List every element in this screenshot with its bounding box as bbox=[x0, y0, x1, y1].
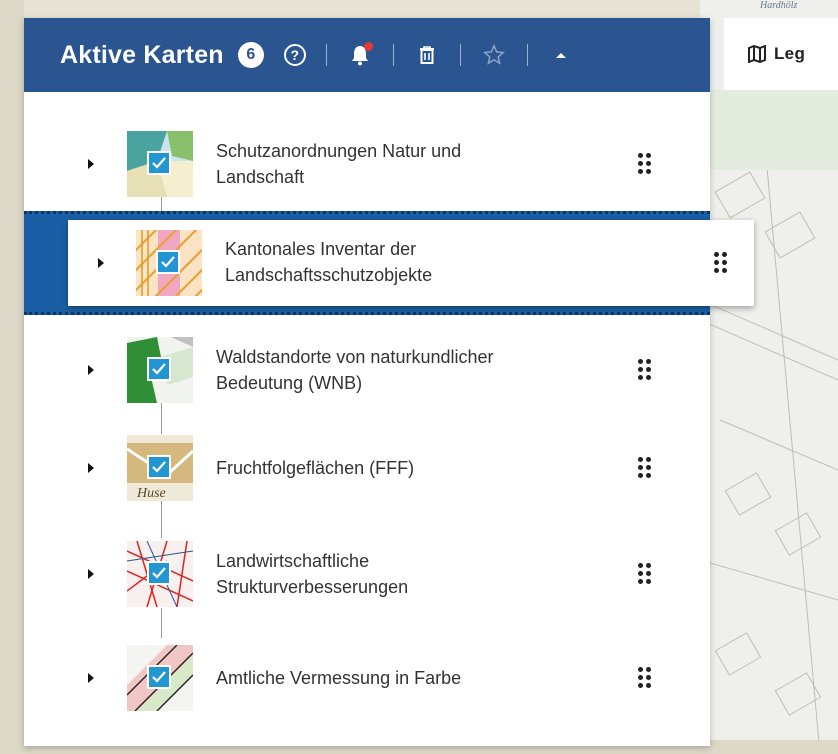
layer-thumbnail bbox=[127, 337, 193, 403]
header-divider bbox=[459, 44, 461, 66]
map-streets-drawing bbox=[699, 89, 838, 754]
drag-handle-icon[interactable] bbox=[714, 252, 728, 274]
drag-handle-icon[interactable] bbox=[638, 153, 652, 175]
header-divider bbox=[392, 44, 394, 66]
layer-visibility-checkbox[interactable] bbox=[147, 455, 171, 479]
layer-visibility-checkbox[interactable] bbox=[156, 250, 180, 274]
bell-icon[interactable] bbox=[347, 42, 373, 68]
layer-thumbnail bbox=[127, 541, 193, 607]
help-icon[interactable]: ? bbox=[283, 44, 306, 66]
map-icon bbox=[748, 45, 766, 63]
drag-handle-icon[interactable] bbox=[638, 359, 652, 381]
header-divider bbox=[526, 44, 528, 66]
map-strip-left bbox=[0, 0, 24, 754]
chevron-up-icon[interactable] bbox=[548, 42, 574, 68]
svg-text:Huse: Huse bbox=[136, 486, 166, 501]
dragged-layer-row[interactable]: Kantonales Inventar der Landschaftsschut… bbox=[68, 220, 754, 306]
layer-visibility-checkbox[interactable] bbox=[147, 151, 171, 175]
layer-label: Waldstandorte von naturkundlicher Bedeut… bbox=[216, 347, 494, 393]
header-divider bbox=[325, 44, 327, 66]
drag-handle-icon[interactable] bbox=[638, 667, 652, 689]
layer-label: Fruchtfolgeflächen (FFF) bbox=[216, 458, 415, 478]
layer-visibility-checkbox[interactable] bbox=[147, 357, 171, 381]
expand-arrow-icon[interactable] bbox=[88, 569, 94, 579]
map-place-label: Hardhölz bbox=[760, 0, 798, 11]
layer-label: Landwirtschaftliche Strukturverbesserung… bbox=[216, 551, 409, 597]
panel-title: Aktive Karten bbox=[60, 40, 224, 69]
map-strip-right bbox=[699, 0, 838, 754]
layer-row[interactable]: Huse Fruchtfolgeflächen (FFF) bbox=[24, 418, 710, 518]
layer-thumbnail: Huse bbox=[127, 435, 193, 501]
drag-handle-icon[interactable] bbox=[638, 563, 652, 585]
expand-arrow-icon[interactable] bbox=[88, 463, 94, 473]
layer-label: Schutzanordnungen Natur und Landschaft bbox=[216, 141, 462, 187]
layer-thumbnail bbox=[127, 131, 193, 197]
layer-row[interactable]: Waldstandorte von naturkundlicher Bedeut… bbox=[24, 320, 710, 420]
layer-visibility-checkbox[interactable] bbox=[147, 665, 171, 689]
layer-row[interactable]: Schutzanordnungen Natur und Landschaft bbox=[24, 114, 710, 214]
layer-thumbnail bbox=[136, 230, 202, 296]
expand-arrow-icon[interactable] bbox=[88, 365, 94, 375]
star-icon[interactable] bbox=[481, 42, 507, 68]
panel-header: Aktive Karten 6 ? bbox=[24, 18, 710, 92]
expand-arrow-icon[interactable] bbox=[88, 673, 94, 683]
layer-visibility-checkbox[interactable] bbox=[147, 561, 171, 585]
notification-dot bbox=[363, 42, 373, 51]
drag-handle-icon[interactable] bbox=[638, 457, 652, 479]
layer-label: Kantonales Inventar der Landschaftsschut… bbox=[225, 239, 433, 285]
layer-thumbnail bbox=[127, 645, 193, 711]
active-count-badge: 6 bbox=[237, 42, 264, 68]
expand-arrow-icon[interactable] bbox=[88, 159, 94, 169]
layer-row[interactable]: Landwirtschaftliche Strukturverbesserung… bbox=[24, 524, 710, 624]
legend-tab-label: Leg bbox=[774, 44, 806, 63]
trash-icon[interactable] bbox=[414, 42, 440, 68]
legend-tab[interactable]: Leg bbox=[724, 18, 838, 90]
layer-label: Amtliche Vermessung in Farbe bbox=[216, 668, 462, 688]
layer-row[interactable]: Amtliche Vermessung in Farbe bbox=[24, 628, 710, 728]
active-maps-panel: Aktive Karten 6 ? Schutzanordnungen Natu… bbox=[24, 18, 710, 746]
expand-arrow-icon[interactable] bbox=[98, 258, 104, 268]
